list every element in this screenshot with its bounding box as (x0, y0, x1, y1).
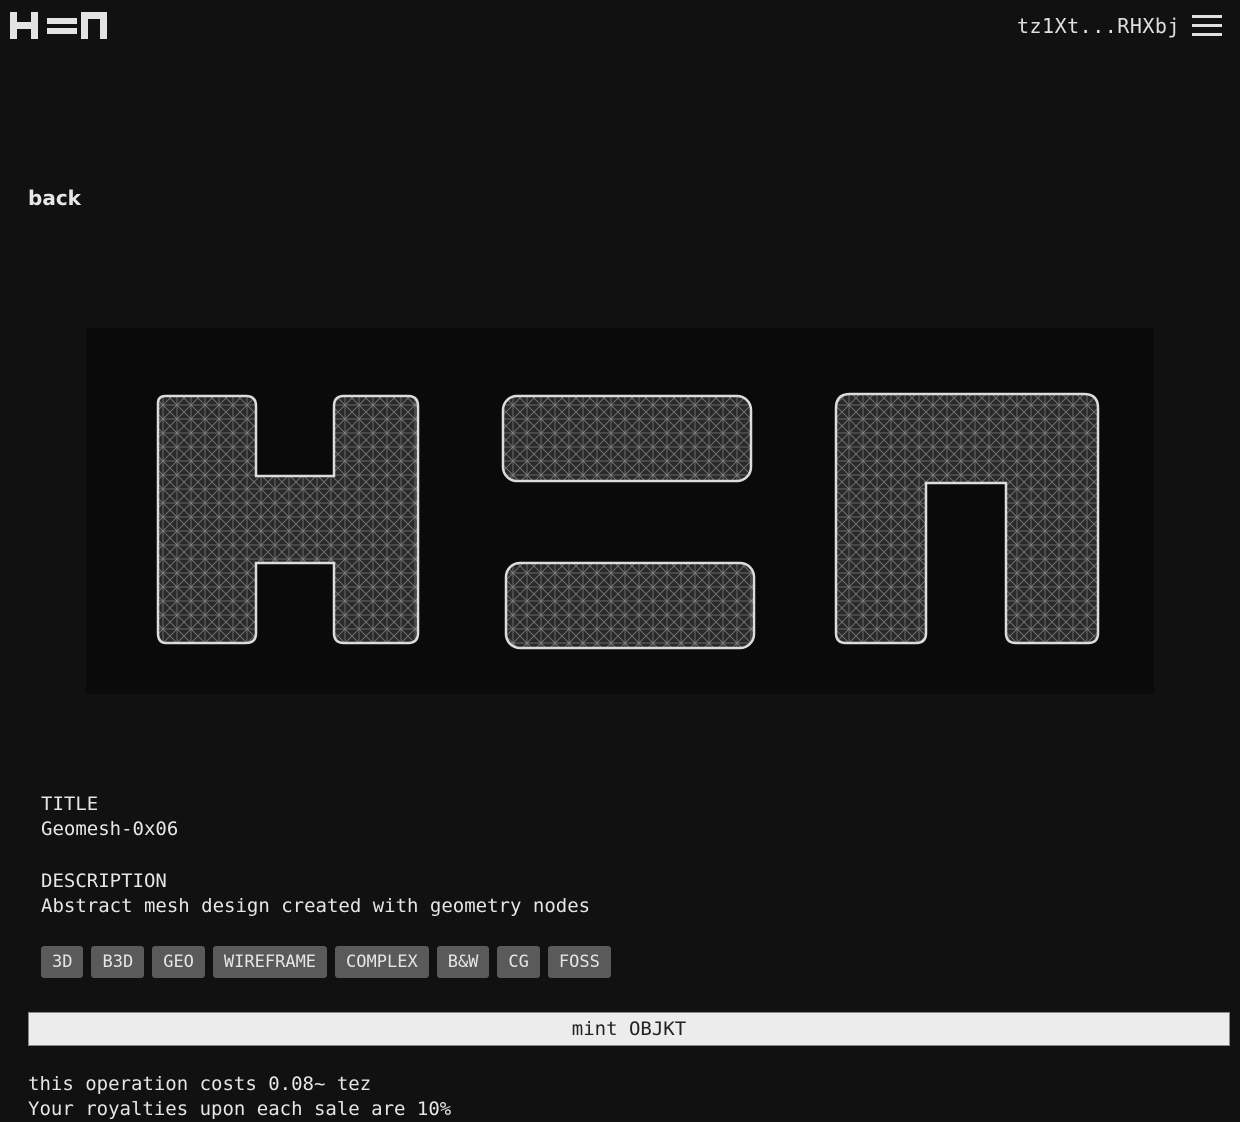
tag[interactable]: WIREFRAME (212, 946, 328, 978)
tag[interactable]: 3D (41, 946, 84, 978)
artwork-image (156, 392, 1100, 650)
title-label: TITLE (41, 793, 99, 815)
tag[interactable]: FOSS (547, 946, 611, 978)
tag[interactable]: CG (497, 946, 540, 978)
mint-info: this operation costs 0.08~ tez Your roya… (28, 1072, 451, 1122)
mint-objkt-button[interactable]: mint OBJKT (28, 1012, 1230, 1046)
royalty-text: Your royalties upon each sale are 10% (28, 1098, 452, 1120)
description-value: Abstract mesh design created with geomet… (41, 895, 591, 917)
tag[interactable]: GEO (152, 946, 205, 978)
token-metadata: TITLE Geomesh-0x06 DESCRIPTION Abstract … (41, 792, 590, 919)
wallet-address[interactable]: tz1Xt...RHXbj (1017, 14, 1180, 38)
description-label: DESCRIPTION (41, 870, 167, 892)
hen-logo[interactable] (10, 12, 107, 39)
hamburger-menu-icon[interactable] (1192, 15, 1222, 37)
tag[interactable]: B&W (436, 946, 490, 978)
cost-text: this operation costs 0.08~ tez (28, 1073, 372, 1095)
artwork-preview (86, 328, 1154, 694)
back-link[interactable]: back (28, 186, 81, 210)
tag[interactable]: B3D (91, 946, 145, 978)
tag[interactable]: COMPLEX (335, 946, 429, 978)
title-value: Geomesh-0x06 (41, 818, 179, 840)
tag-list: 3D B3D GEO WIREFRAME COMPLEX B&W CG FOSS (41, 946, 611, 978)
